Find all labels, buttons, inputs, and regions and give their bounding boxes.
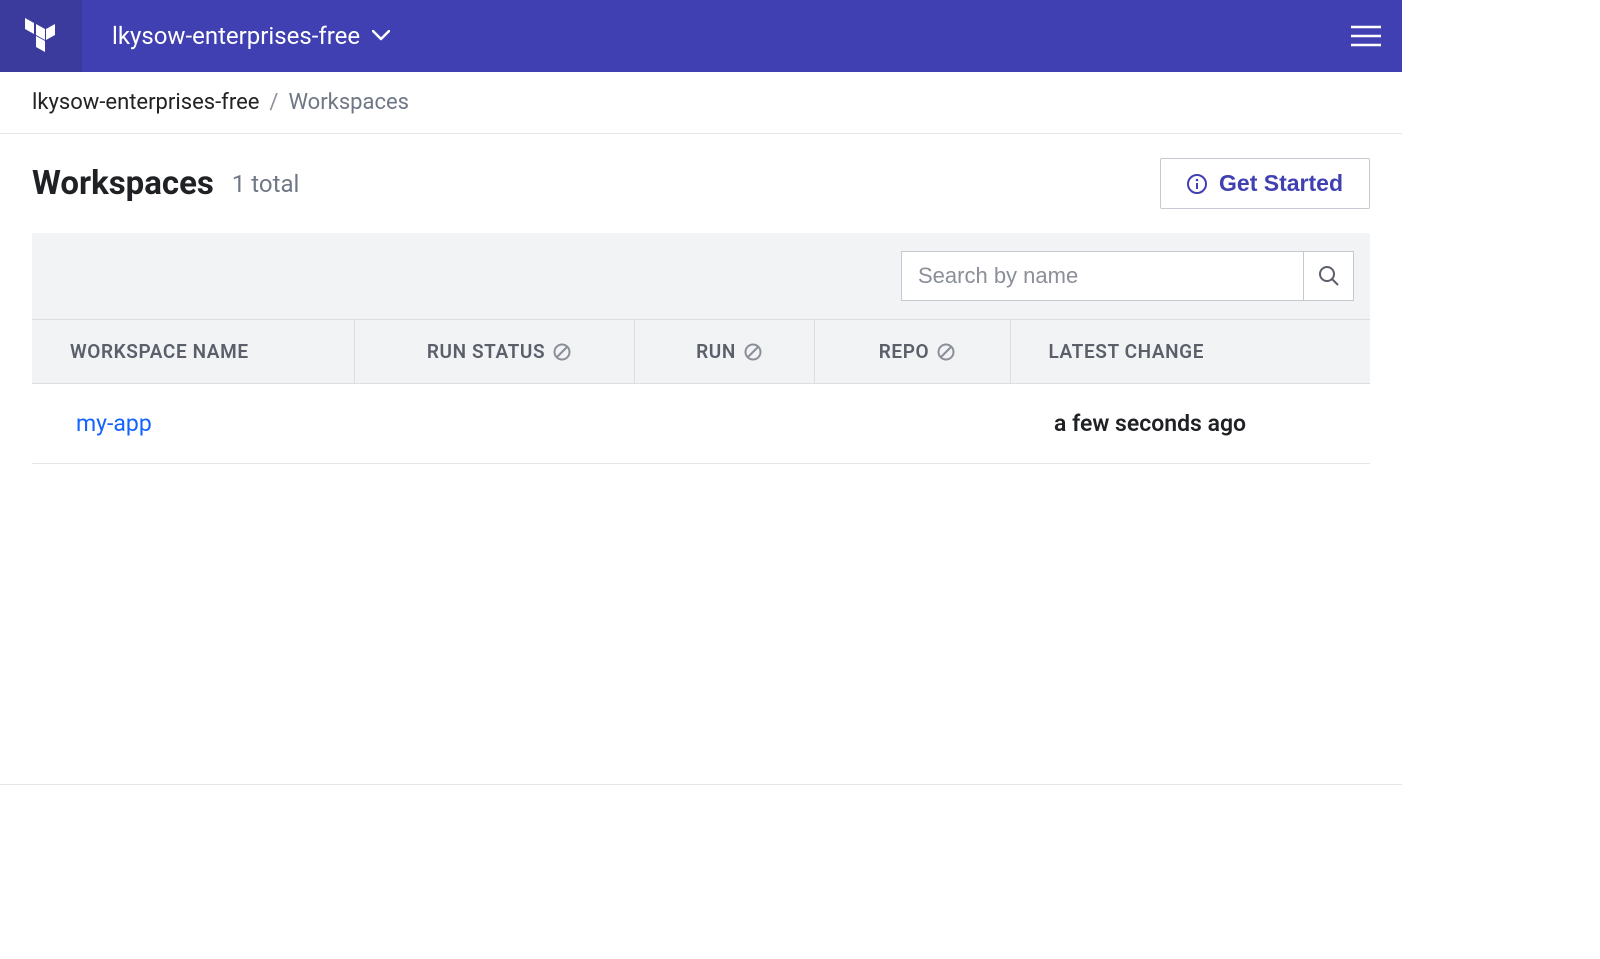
breadcrumb-org[interactable]: lkysow-enterprises-free xyxy=(32,90,259,115)
org-switcher[interactable]: lkysow-enterprises-free xyxy=(82,0,420,72)
col-header-run[interactable]: RUN xyxy=(634,320,814,384)
logo[interactable] xyxy=(0,0,82,72)
breadcrumb: lkysow-enterprises-free / Workspaces xyxy=(0,72,1402,134)
search-button[interactable] xyxy=(1304,251,1354,301)
search-input[interactable] xyxy=(901,251,1304,301)
workspaces-table: WORKSPACE NAME RUN STATUS RUN xyxy=(32,319,1370,464)
col-header-run-status[interactable]: RUN STATUS xyxy=(354,320,634,384)
no-filter-icon xyxy=(553,343,571,361)
col-header-name[interactable]: WORKSPACE NAME xyxy=(32,320,354,384)
table-row[interactable]: my-app a few seconds ago xyxy=(32,384,1370,464)
menu-button[interactable] xyxy=(1330,0,1402,72)
hamburger-icon xyxy=(1351,25,1381,47)
workspace-link[interactable]: my-app xyxy=(76,410,152,437)
workspace-count: 1 total xyxy=(232,170,300,198)
breadcrumb-separator: / xyxy=(269,90,278,115)
no-filter-icon xyxy=(937,343,955,361)
info-icon xyxy=(1187,174,1207,194)
terraform-icon xyxy=(25,18,57,54)
cell-run-status xyxy=(354,384,634,464)
chevron-down-icon xyxy=(372,30,390,42)
page-title: Workspaces xyxy=(32,164,214,203)
get-started-label: Get Started xyxy=(1219,170,1343,197)
top-nav: lkysow-enterprises-free xyxy=(0,0,1402,72)
cell-run xyxy=(634,384,814,464)
col-header-latest-change[interactable]: LATEST CHANGE xyxy=(1010,320,1370,384)
breadcrumb-current: Workspaces xyxy=(288,90,409,115)
org-name: lkysow-enterprises-free xyxy=(112,22,360,50)
cell-latest-change: a few seconds ago xyxy=(1054,410,1246,437)
col-header-repo[interactable]: REPO xyxy=(814,320,1010,384)
no-filter-icon xyxy=(744,343,762,361)
search-icon xyxy=(1318,265,1340,287)
search-bar xyxy=(32,233,1370,319)
footer-separator xyxy=(0,784,1402,785)
cell-repo xyxy=(814,384,1010,464)
get-started-button[interactable]: Get Started xyxy=(1160,158,1370,209)
